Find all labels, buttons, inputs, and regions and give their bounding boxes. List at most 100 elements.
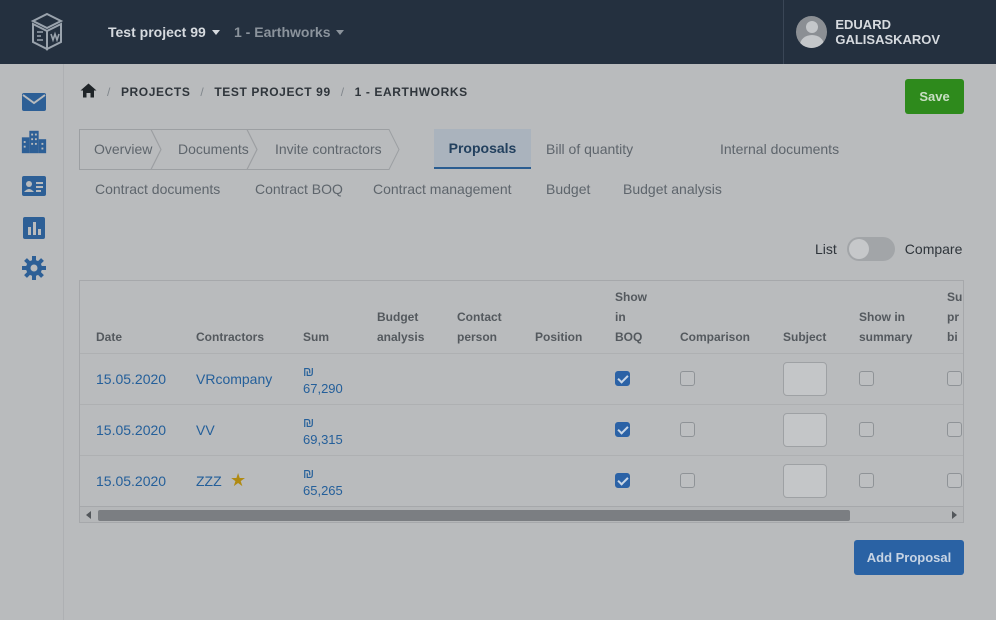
header-sum[interactable]: Sum xyxy=(303,327,329,347)
tab-budget-analysis[interactable]: Budget analysis xyxy=(623,179,722,199)
shekel-icon: ₪ xyxy=(303,364,315,379)
shekel-icon: ₪ xyxy=(303,466,315,481)
tab-documents[interactable]: Documents xyxy=(178,129,249,169)
proposals-table: Date Contractors Sum Budget analysis Con… xyxy=(79,280,964,523)
header-comparison[interactable]: Comparison xyxy=(680,327,750,347)
avatar xyxy=(796,16,828,48)
user-menu[interactable]: EDUARD GALISASKAROV xyxy=(783,0,996,64)
show-in-boq-checkbox[interactable] xyxy=(615,473,630,488)
tab-contract-documents[interactable]: Contract documents xyxy=(95,179,220,199)
breadcrumb-separator: / xyxy=(107,85,111,99)
submitted-checkbox[interactable] xyxy=(947,473,962,488)
scroll-right-icon[interactable] xyxy=(952,511,957,519)
tab-overview[interactable]: Overview xyxy=(94,129,152,169)
tab-contract-management[interactable]: Contract management xyxy=(373,179,512,199)
tab-proposals[interactable]: Proposals xyxy=(434,129,531,169)
home-icon[interactable] xyxy=(80,83,97,101)
project-selector[interactable]: Test project 99 xyxy=(108,24,220,40)
header-show-in-summary[interactable]: Show in summary xyxy=(859,307,912,347)
row-sum-value: 67,290 xyxy=(303,381,343,396)
bar-chart-icon[interactable] xyxy=(20,214,48,242)
tab-internal-documents[interactable]: Internal documents xyxy=(720,129,839,169)
header-text: bi xyxy=(947,330,958,344)
breadcrumb-separator: / xyxy=(340,85,345,99)
submitted-checkbox[interactable] xyxy=(947,371,962,386)
header-budget-analysis[interactable]: Budget analysis xyxy=(377,307,424,347)
row-date[interactable]: 15.05.2020 xyxy=(96,371,166,387)
contact-card-icon[interactable] xyxy=(20,172,48,200)
sidebar xyxy=(0,64,64,620)
header-show-in-boq[interactable]: Show in BOQ xyxy=(615,287,647,347)
row-date[interactable]: 15.05.2020 xyxy=(96,422,166,438)
header-date[interactable]: Date xyxy=(96,327,122,347)
user-name: EDUARD GALISASKAROV xyxy=(835,17,941,47)
header-text: Su xyxy=(947,290,963,304)
buildings-icon[interactable] xyxy=(20,128,48,156)
header-text: person xyxy=(457,330,498,344)
row-sum-value: 69,315 xyxy=(303,432,343,447)
shekel-icon: ₪ xyxy=(303,415,315,430)
show-in-summary-checkbox[interactable] xyxy=(859,473,874,488)
header-contact-person[interactable]: Contact person xyxy=(457,307,502,347)
row-contractor[interactable]: ZZZ xyxy=(196,473,222,489)
show-in-boq-checkbox[interactable] xyxy=(615,422,630,437)
header-text: analysis xyxy=(377,330,425,344)
favorite-star-icon[interactable]: ★ xyxy=(230,470,246,491)
header-contractors[interactable]: Contractors xyxy=(196,327,264,347)
header-text: Show in xyxy=(859,310,905,324)
header-position[interactable]: Position xyxy=(535,327,582,347)
gear-icon[interactable] xyxy=(20,254,48,282)
row-divider xyxy=(80,353,963,354)
header-submitted[interactable]: Su pr bi xyxy=(947,287,962,347)
envelope-icon[interactable] xyxy=(20,88,48,116)
breadcrumb-stage: 1 - EARTHWORKS xyxy=(354,85,468,99)
toggle-label-list: List xyxy=(815,241,837,257)
comparison-checkbox[interactable] xyxy=(680,422,695,437)
show-in-summary-checkbox[interactable] xyxy=(859,371,874,386)
row-sum-value: 65,265 xyxy=(303,483,343,498)
app-logo-icon[interactable] xyxy=(30,12,64,52)
header-text: in xyxy=(615,310,626,324)
horizontal-scrollbar[interactable] xyxy=(80,506,963,522)
header-text: summary xyxy=(859,330,913,344)
breadcrumb-project[interactable]: TEST PROJECT 99 xyxy=(214,85,330,99)
tab-invite-contractors[interactable]: Invite contractors xyxy=(275,129,382,169)
switch-knob xyxy=(848,239,869,259)
project-selector-label: Test project 99 xyxy=(108,24,206,40)
scroll-left-icon[interactable] xyxy=(86,511,91,519)
row-contractor[interactable]: VRcompany xyxy=(196,371,272,387)
row-date[interactable]: 15.05.2020 xyxy=(96,473,166,489)
chevron-down-icon xyxy=(336,29,345,35)
row-divider xyxy=(80,404,963,405)
tab-budget[interactable]: Budget xyxy=(546,179,590,199)
comparison-checkbox[interactable] xyxy=(680,473,695,488)
row-sum[interactable]: ₪ 65,265 xyxy=(303,465,343,499)
add-proposal-button[interactable]: Add Proposal xyxy=(854,540,964,575)
tab-contract-boq[interactable]: Contract BOQ xyxy=(255,179,343,199)
row-sum[interactable]: ₪ 69,315 xyxy=(303,414,343,448)
breadcrumb: / PROJECTS / TEST PROJECT 99 / 1 - EARTH… xyxy=(80,83,468,101)
toggle-label-compare: Compare xyxy=(904,241,963,257)
stage-selector[interactable]: 1 - Earthworks xyxy=(234,24,345,40)
header-subject[interactable]: Subject xyxy=(783,327,826,347)
scrollbar-thumb[interactable] xyxy=(98,510,850,521)
header-text: Show xyxy=(615,290,647,304)
show-in-boq-checkbox[interactable] xyxy=(615,371,630,386)
breadcrumb-projects[interactable]: PROJECTS xyxy=(121,85,190,99)
subject-input[interactable] xyxy=(783,362,827,396)
header-text: pr xyxy=(947,310,959,324)
list-compare-switch[interactable] xyxy=(846,237,895,261)
row-divider xyxy=(80,455,963,456)
submitted-checkbox[interactable] xyxy=(947,422,962,437)
row-sum[interactable]: ₪ 67,290 xyxy=(303,363,343,397)
subject-input[interactable] xyxy=(783,413,827,447)
row-contractor[interactable]: VV xyxy=(196,422,215,438)
chevron-down-icon xyxy=(211,29,220,35)
save-button[interactable]: Save xyxy=(905,79,964,114)
comparison-checkbox[interactable] xyxy=(680,371,695,386)
subject-input[interactable] xyxy=(783,464,827,498)
show-in-summary-checkbox[interactable] xyxy=(859,422,874,437)
tab-bill-of-quantity[interactable]: Bill of quantity xyxy=(546,129,633,169)
view-toggle: List Compare xyxy=(815,237,962,261)
header-text: BOQ xyxy=(615,330,643,344)
